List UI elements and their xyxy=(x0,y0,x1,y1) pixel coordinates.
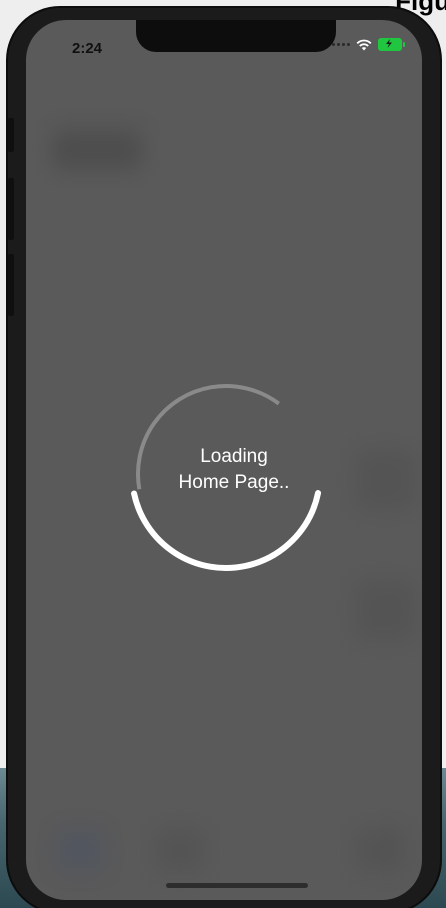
volume-down-button xyxy=(8,254,14,316)
volume-up-button xyxy=(8,178,14,240)
loading-line-1: Loading xyxy=(200,446,268,467)
phone-frame: 2:24 Loading Home Page.. xyxy=(8,8,440,908)
loading-line-2: Home Page.. xyxy=(178,472,290,493)
loading-message: Loading Home Page.. xyxy=(124,444,344,496)
page: Figu 2:24 Loading Home Page.. xyxy=(0,0,446,908)
mute-switch xyxy=(8,118,14,152)
home-indicator[interactable] xyxy=(166,883,308,888)
phone-screen: 2:24 Loading Home Page.. xyxy=(26,20,422,900)
